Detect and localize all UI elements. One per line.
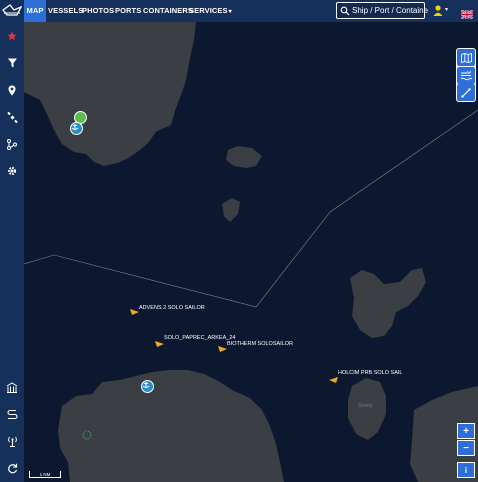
- nav-tab-map[interactable]: MAP: [24, 0, 46, 22]
- filter-button[interactable]: [0, 52, 24, 74]
- place-label: Sheep: [358, 403, 373, 409]
- search-icon: [340, 6, 350, 15]
- vessel-label: ADVENS 2 SOLO SAILOR: [139, 305, 205, 311]
- logo-icon[interactable]: [0, 0, 24, 22]
- vessel-marker[interactable]: [130, 309, 139, 315]
- land-area: [226, 146, 262, 168]
- refresh-icon: [7, 463, 17, 473]
- land-area: [350, 268, 426, 338]
- favorites-button[interactable]: [0, 25, 24, 47]
- ports-layer-button[interactable]: [0, 376, 24, 398]
- info-button[interactable]: i: [457, 462, 475, 478]
- port-building-icon: [6, 381, 18, 393]
- nav-tab-services-label: SERVICES: [189, 6, 228, 15]
- location-pin-icon: [8, 85, 16, 95]
- land-area: [222, 198, 240, 222]
- map-scale-bar: 1 NM: [29, 471, 61, 478]
- map-icon: [460, 52, 472, 63]
- vessel-label: SOLO_PAPREC_ARKEA_24: [164, 335, 236, 341]
- route-icon: [7, 138, 17, 150]
- map-tools-panel: [456, 48, 476, 102]
- vessel-marker[interactable]: [329, 377, 338, 383]
- zoom-out-button[interactable]: −: [457, 440, 475, 456]
- gear-icon: [7, 166, 17, 176]
- filter-icon: [7, 58, 17, 68]
- star-icon: [7, 31, 17, 41]
- zoom-in-button[interactable]: +: [457, 423, 475, 439]
- nav-tab-containers[interactable]: CONTAINERS: [143, 0, 193, 22]
- location-button[interactable]: [0, 79, 24, 101]
- search-box[interactable]: [336, 2, 428, 19]
- user-menu-button[interactable]: ▾: [433, 5, 453, 17]
- antenna-layer-button[interactable]: [0, 430, 24, 452]
- top-navigation-bar: MAP VESSELS PHOTOS PORTS CONTAINERS SERV…: [0, 0, 478, 22]
- refresh-button[interactable]: [0, 457, 24, 479]
- vessel-label: HOLCIM PRB SOLO SAIL: [338, 370, 403, 376]
- vessel-marker[interactable]: [218, 346, 227, 352]
- satellite-button[interactable]: [0, 106, 24, 128]
- land-area: [348, 378, 386, 440]
- routes-layer-button[interactable]: [0, 403, 24, 425]
- chevron-down-icon: ▾: [228, 9, 232, 15]
- vessel-marker[interactable]: [155, 341, 164, 347]
- anchor-icon[interactable]: [141, 380, 154, 393]
- route-alt-icon: [6, 409, 18, 419]
- left-sidebar: [0, 22, 24, 482]
- chevron-down-icon: ▾: [445, 7, 449, 13]
- uk-flag-icon[interactable]: [460, 6, 474, 20]
- nav-tab-services[interactable]: SERVICES▾: [189, 0, 232, 22]
- ruler-icon: [461, 87, 471, 98]
- antenna-icon: [7, 436, 17, 447]
- settings-button[interactable]: [0, 160, 24, 182]
- vessel-label: BIOTHERM SOLOSAILOR: [227, 341, 294, 347]
- measure-tool-button[interactable]: [457, 84, 475, 101]
- map-layers-button[interactable]: [457, 49, 475, 66]
- user-icon: [433, 5, 443, 16]
- land-area: [58, 370, 284, 482]
- route-button[interactable]: [0, 133, 24, 155]
- wind-waves-icon: [460, 70, 472, 80]
- anchor-icon[interactable]: [70, 122, 83, 135]
- weather-layer-button[interactable]: [457, 67, 475, 84]
- nav-tab-vessels[interactable]: VESSELS: [48, 0, 83, 22]
- satellite-icon: [6, 111, 18, 123]
- map-layer: [24, 22, 478, 482]
- search-input[interactable]: [352, 6, 428, 15]
- land-area: [24, 22, 196, 166]
- nav-tab-photos[interactable]: PHOTOS: [82, 0, 114, 22]
- map-canvas[interactable]: ADVENS 2 SOLO SAILOR SOLO_PAPREC_ARKEA_2…: [24, 22, 478, 482]
- nav-tab-ports[interactable]: PORTS: [115, 0, 141, 22]
